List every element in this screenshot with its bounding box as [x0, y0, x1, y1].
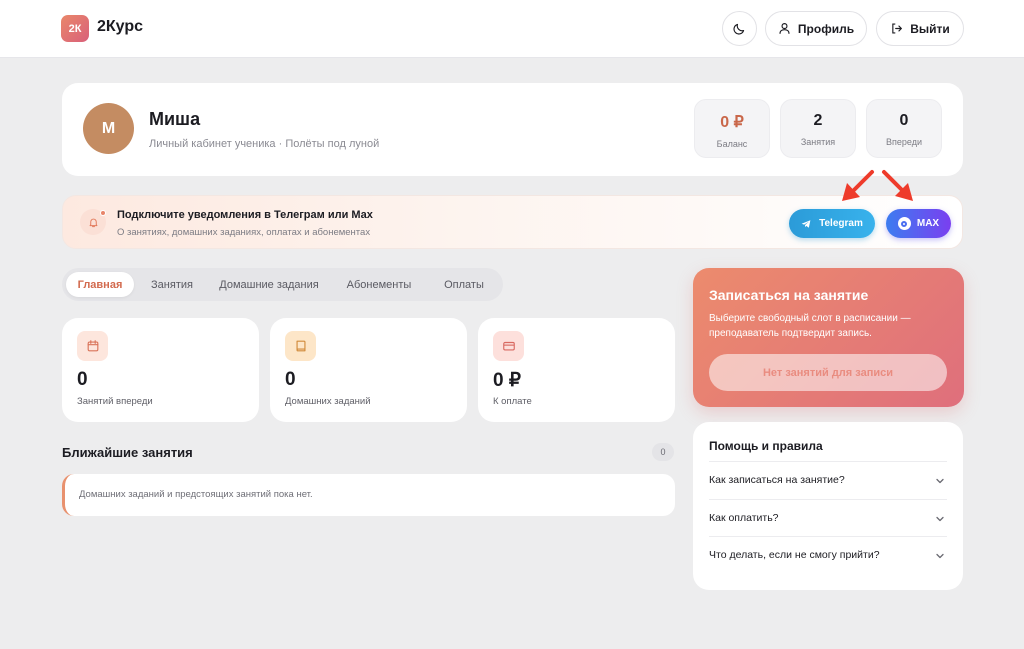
logo-text[interactable]: 2Курс [97, 18, 143, 36]
help-card: Помощь и правила Как записаться на занят… [693, 422, 963, 590]
upcoming-lessons-value: 0 [77, 369, 88, 390]
stat-balance-label: Баланс [716, 139, 748, 149]
stat-upcoming-label: Впереди [886, 137, 922, 147]
notify-title: Подключите уведомления в Телеграм или Ma… [117, 209, 373, 221]
homework-label: Домашних заданий [285, 396, 371, 407]
stat-lessons-label: Занятия [800, 137, 836, 147]
upcoming-count-badge: 0 [652, 443, 674, 461]
max-button-label: MAX [916, 218, 940, 229]
notifications-banner: Подключите уведомления в Телеграм или Ma… [62, 195, 963, 249]
profile-card: М Миша Личный кабинет ученика · Полёты п… [62, 83, 963, 176]
logo-badge[interactable]: 2К [61, 15, 89, 42]
faq-item[interactable]: Что делать, если не смогу прийти? [709, 536, 947, 573]
logout-button[interactable]: Выйти [876, 11, 964, 46]
tab-payments[interactable]: Оплаты [430, 272, 498, 297]
annotation-arrow-telegram-icon [842, 170, 874, 201]
chevron-down-icon [936, 478, 944, 484]
chevron-down-icon [936, 516, 944, 522]
upcoming-section-title: Ближайшие занятия [62, 445, 193, 460]
tab-subscriptions[interactable]: Абонементы [334, 272, 424, 297]
main-tabs: Главная Занятия Домашние задания Абонеме… [62, 268, 503, 301]
empty-state-text: Домашних заданий и предстоящих занятий п… [79, 489, 313, 500]
moon-icon [733, 23, 745, 35]
card-homework: 0 Домашних заданий [270, 318, 467, 422]
tab-homework[interactable]: Домашние задания [210, 272, 328, 297]
stat-balance-value: 0 ₽ [720, 114, 744, 131]
bell-icon [80, 209, 106, 235]
upcoming-empty-state: Домашних заданий и предстоящих занятий п… [62, 474, 675, 516]
tab-lessons[interactable]: Занятия [140, 272, 204, 297]
faq-item[interactable]: Как оплатить? [709, 499, 947, 536]
avatar: М [83, 103, 134, 154]
booking-card: Записаться на занятие Выберите свободный… [693, 268, 964, 407]
homework-value: 0 [285, 369, 296, 390]
stat-lessons: 2 Занятия [780, 99, 856, 158]
faq-question: Как записаться на занятие? [709, 474, 845, 486]
annotation-arrow-max-icon [882, 170, 913, 201]
calendar-icon [77, 331, 108, 361]
profile-button-label: Профиль [797, 21, 855, 36]
tab-home[interactable]: Главная [66, 272, 134, 297]
notification-dot [100, 210, 106, 216]
help-title: Помощь и правила [709, 439, 823, 453]
top-header: 2К 2Курс Профиль Выйти [0, 0, 1024, 58]
theme-toggle-button[interactable] [722, 11, 757, 46]
card-icon [493, 331, 524, 361]
telegram-icon [801, 219, 811, 228]
stat-balance: 0 ₽ Баланс [694, 99, 770, 158]
user-icon [779, 23, 790, 34]
stat-lessons-value: 2 [813, 112, 823, 129]
book-icon [285, 331, 316, 361]
telegram-button-label: Telegram [819, 218, 863, 229]
stat-upcoming: 0 Впереди [866, 99, 942, 158]
to-pay-value: 0 ₽ [493, 370, 521, 391]
telegram-connect-button[interactable]: Telegram [789, 209, 875, 238]
chevron-down-icon [936, 553, 944, 559]
student-name: Миша [149, 109, 201, 129]
faq-item[interactable]: Как записаться на занятие? [709, 461, 947, 498]
to-pay-label: К оплате [493, 396, 532, 407]
stat-upcoming-value: 0 [899, 112, 909, 129]
notify-subtitle: О занятиях, домашних заданиях, оплатах и… [117, 227, 371, 238]
logout-icon [892, 23, 903, 34]
card-upcoming-lessons: 0 Занятий впереди [62, 318, 259, 422]
faq-question: Что делать, если не смогу прийти? [709, 549, 880, 561]
profile-subtitle: Личный кабинет ученика · Полёты под луно… [149, 138, 380, 150]
card-to-pay: 0 ₽ К оплате [478, 318, 675, 422]
profile-button[interactable]: Профиль [765, 11, 867, 46]
max-connect-button[interactable]: MAX [886, 209, 951, 238]
max-logo-icon [897, 217, 911, 230]
logout-button-label: Выйти [910, 21, 950, 36]
upcoming-lessons-label: Занятий впереди [77, 396, 153, 407]
booking-button[interactable]: Нет занятий для записи [709, 354, 947, 391]
booking-title: Записаться на занятие [709, 287, 869, 303]
faq-question: Как оплатить? [709, 512, 779, 524]
booking-subtitle: Выберите свободный слот в расписании — п… [709, 313, 911, 339]
